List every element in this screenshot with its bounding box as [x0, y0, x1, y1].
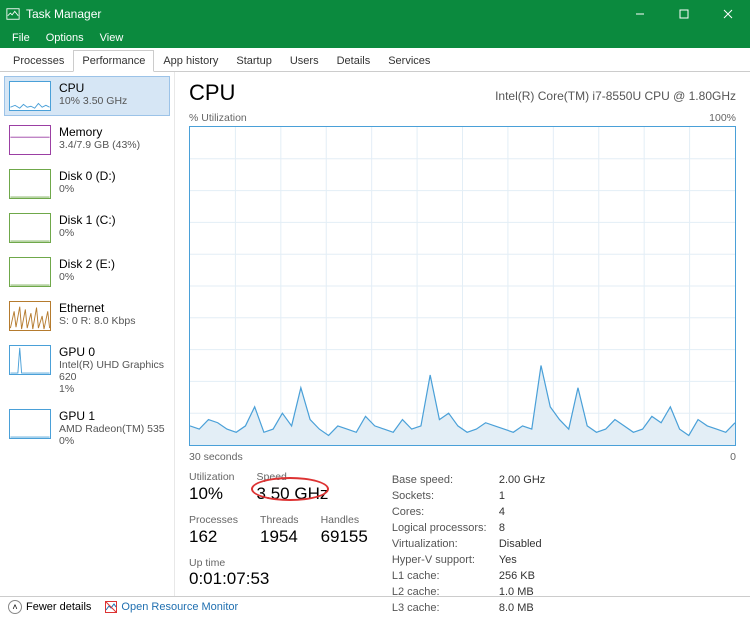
spec-value: 256 KB [499, 569, 551, 583]
stat-value: 1954 [260, 527, 299, 547]
sparkline-thumb [9, 409, 51, 439]
spec-value: Yes [499, 553, 551, 567]
resource-monitor-icon [105, 601, 117, 613]
spec-value: 4 [499, 505, 551, 519]
cpu-detail-panel: CPU Intel(R) Core(TM) i7-8550U CPU @ 1.8… [175, 72, 750, 596]
stat-label: Handles [321, 514, 368, 526]
cpu-model: Intel(R) Core(TM) i7-8550U CPU @ 1.80GHz [495, 89, 736, 103]
tab-startup[interactable]: Startup [227, 50, 280, 71]
sidebar-item-sub: Intel(R) UHD Graphics 6201% [59, 359, 165, 395]
stat-label: Processes [189, 514, 238, 526]
sidebar-item-title: GPU 1 [59, 409, 165, 423]
sidebar-item-title: CPU [59, 81, 127, 95]
sparkline-thumb [9, 81, 51, 111]
tab-processes[interactable]: Processes [4, 50, 73, 71]
sidebar-item-ethernet[interactable]: EthernetS: 0 R: 8.0 Kbps [4, 296, 170, 336]
stat-value: 10% [189, 484, 235, 504]
window-titlebar: Task Manager [0, 0, 750, 28]
performance-sidebar: CPU10% 3.50 GHzMemory3.4/7.9 GB (43%)Dis… [0, 72, 175, 596]
menu-options[interactable]: Options [40, 30, 90, 46]
tab-details[interactable]: Details [328, 50, 380, 71]
cpu-utilization-chart [189, 126, 736, 446]
app-icon [6, 7, 20, 21]
sidebar-item-sub: 0% [59, 227, 116, 239]
time-axis-right: 0 [730, 451, 736, 463]
menu-view[interactable]: View [94, 30, 130, 46]
spec-label: Hyper-V support: [392, 553, 497, 567]
menu-bar: FileOptionsView [0, 28, 750, 48]
sidebar-item-disk-2-e-[interactable]: Disk 2 (E:)0% [4, 252, 170, 292]
spec-value: 2.00 GHz [499, 473, 551, 487]
sidebar-item-sub: S: 0 R: 8.0 Kbps [59, 315, 135, 327]
sparkline-thumb [9, 213, 51, 243]
sidebar-item-disk-0-d-[interactable]: Disk 0 (D:)0% [4, 164, 170, 204]
spec-value: 8.0 MB [499, 601, 551, 615]
chevron-up-icon: ˄ [8, 600, 22, 614]
sidebar-item-title: Disk 2 (E:) [59, 257, 115, 271]
sidebar-item-title: Disk 1 (C:) [59, 213, 116, 227]
sidebar-item-sub: 10% 3.50 GHz [59, 95, 127, 107]
minimize-button[interactable] [618, 0, 662, 28]
maximize-button[interactable] [662, 0, 706, 28]
uptime-value: 0:01:07:53 [189, 569, 368, 589]
spec-label: Cores: [392, 505, 497, 519]
sparkline-thumb [9, 301, 51, 331]
sidebar-item-cpu[interactable]: CPU10% 3.50 GHz [4, 76, 170, 116]
window-title: Task Manager [26, 7, 618, 21]
tab-bar: ProcessesPerformanceApp historyStartupUs… [0, 48, 750, 72]
spec-label: Sockets: [392, 489, 497, 503]
sidebar-item-title: Ethernet [59, 301, 135, 315]
spec-label: Virtualization: [392, 537, 497, 551]
sparkline-thumb [9, 169, 51, 199]
sidebar-item-disk-1-c-[interactable]: Disk 1 (C:)0% [4, 208, 170, 248]
sidebar-item-memory[interactable]: Memory3.4/7.9 GB (43%) [4, 120, 170, 160]
sidebar-item-title: Memory [59, 125, 140, 139]
spec-label: L1 cache: [392, 569, 497, 583]
sidebar-item-title: Disk 0 (D:) [59, 169, 116, 183]
sidebar-item-gpu-0[interactable]: GPU 0Intel(R) UHD Graphics 6201% [4, 340, 170, 400]
sidebar-item-sub: 0% [59, 271, 115, 283]
time-axis-left: 30 seconds [189, 451, 243, 463]
menu-file[interactable]: File [6, 30, 36, 46]
tab-app-history[interactable]: App history [154, 50, 227, 71]
sparkline-thumb [9, 345, 51, 375]
panel-title: CPU [189, 80, 235, 106]
tab-users[interactable]: Users [281, 50, 328, 71]
tab-performance[interactable]: Performance [73, 50, 154, 72]
stat-value: 162 [189, 527, 238, 547]
tab-services[interactable]: Services [379, 50, 439, 71]
spec-label: L2 cache: [392, 585, 497, 599]
spec-label: Logical processors: [392, 521, 497, 535]
util-max: 100% [709, 112, 736, 124]
sparkline-thumb [9, 125, 51, 155]
stat-value: 69155 [321, 527, 368, 547]
fewer-details-link[interactable]: ˄Fewer details [8, 600, 91, 614]
speed-highlight-annotation [251, 477, 329, 501]
stat-label: Threads [260, 514, 299, 526]
spec-value: 8 [499, 521, 551, 535]
close-button[interactable] [706, 0, 750, 28]
util-label: % Utilization [189, 112, 247, 124]
sidebar-item-sub: 3.4/7.9 GB (43%) [59, 139, 140, 151]
spec-value: 1.0 MB [499, 585, 551, 599]
sparkline-thumb [9, 257, 51, 287]
cpu-spec-table: Base speed:2.00 GHzSockets:1Cores:4Logic… [390, 471, 553, 617]
uptime-label: Up time [189, 557, 368, 569]
sidebar-item-title: GPU 0 [59, 345, 165, 359]
sidebar-item-sub: 0% [59, 183, 116, 195]
sidebar-item-gpu-1[interactable]: GPU 1AMD Radeon(TM) 5350% [4, 404, 170, 452]
spec-value: 1 [499, 489, 551, 503]
spec-label: L3 cache: [392, 601, 497, 615]
sidebar-item-sub: AMD Radeon(TM) 5350% [59, 423, 165, 447]
spec-label: Base speed: [392, 473, 497, 487]
spec-value: Disabled [499, 537, 551, 551]
stat-label: Utilization [189, 471, 235, 483]
